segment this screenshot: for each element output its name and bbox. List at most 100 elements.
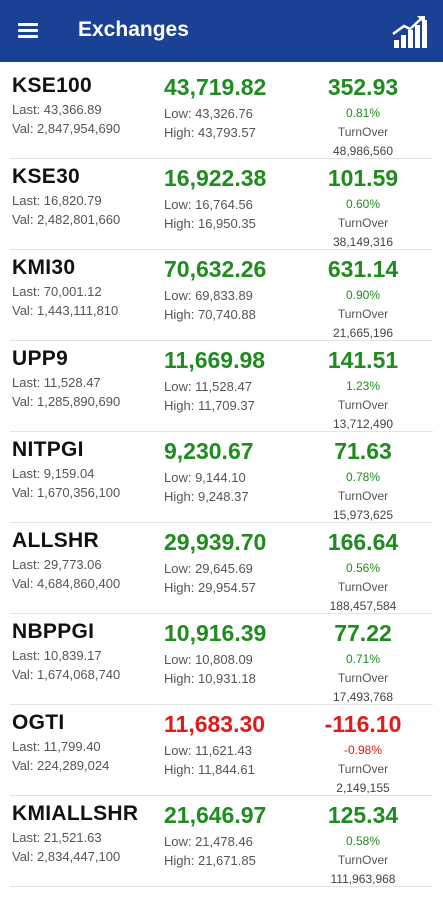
exchange-symbol: NITPGI xyxy=(12,438,84,461)
turnover-value: 111,963,968 xyxy=(330,872,396,886)
last-value: Last: 29,773.06 xyxy=(12,557,102,572)
change-percent: 0.56% xyxy=(345,561,381,575)
turnover-label: TurnOver xyxy=(337,762,389,776)
exchange-symbol: KSE30 xyxy=(12,165,81,188)
exchange-symbol: KMI30 xyxy=(12,256,76,279)
app-bar: Exchanges xyxy=(0,0,443,62)
change-value: 141.51 xyxy=(327,347,399,373)
change-percent: 0.60% xyxy=(345,197,381,211)
change-percent: -0.98% xyxy=(343,743,383,757)
turnover-label: TurnOver xyxy=(337,489,389,503)
traded-value: Val: 2,847,954,690 xyxy=(12,121,121,136)
traded-value: Val: 1,670,356,100 xyxy=(12,485,121,500)
list-item[interactable]: OGTI Last: 11,799.40 Val: 224,289,024 11,68… xyxy=(10,705,433,796)
low-value: Low: 29,645.69 xyxy=(164,561,253,576)
last-value: Last: 21,521.63 xyxy=(12,830,102,845)
turnover-label: TurnOver xyxy=(337,216,389,230)
exchange-symbol: KSE100 xyxy=(12,74,93,97)
change-percent: 0.90% xyxy=(345,288,381,302)
low-value: Low: 11,621.43 xyxy=(164,743,252,758)
change-value: 77.22 xyxy=(334,620,392,646)
last-value: Last: 70,001.12 xyxy=(12,284,102,299)
current-index: 16,922.38 xyxy=(164,165,267,191)
list-item[interactable]: NITPGI Last: 9,159.04 Val: 1,670,356,100 9,… xyxy=(10,432,433,523)
list-item[interactable]: NBPPGI Last: 10,839.17 Val: 1,674,068,740 1… xyxy=(10,614,433,705)
change-percent: 0.71% xyxy=(345,652,381,666)
turnover-value: 38,149,316 xyxy=(332,235,394,249)
change-value: 125.34 xyxy=(327,802,399,828)
change-value: 166.64 xyxy=(327,529,399,555)
traded-value: Val: 224,289,024 xyxy=(12,758,110,773)
last-value: Last: 11,528.47 xyxy=(12,375,101,390)
current-index: 11,683.30 xyxy=(164,711,266,737)
traded-value: Val: 1,674,068,740 xyxy=(12,667,121,682)
last-value: Last: 16,820.79 xyxy=(12,193,102,208)
turnover-label: TurnOver xyxy=(337,125,389,139)
exchange-symbol: UPP9 xyxy=(12,347,69,370)
list-item[interactable]: KSE30 Last: 16,820.79 Val: 2,482,801,660 16… xyxy=(10,159,433,250)
turnover-label: TurnOver xyxy=(337,853,389,867)
traded-value: Val: 4,684,860,400 xyxy=(12,576,121,591)
change-value: -116.10 xyxy=(324,711,402,737)
turnover-label: TurnOver xyxy=(337,307,389,321)
hamburger-menu-icon[interactable] xyxy=(14,17,42,45)
high-value: High: 21,671.85 xyxy=(164,853,256,868)
list-item[interactable]: UPP9 Last: 11,528.47 Val: 1,285,890,690 11,… xyxy=(10,341,433,432)
change-percent: 1.23% xyxy=(345,379,381,393)
turnover-value: 17,493,768 xyxy=(332,690,394,704)
low-value: Low: 10,808.09 xyxy=(164,652,253,667)
current-index: 11,669.98 xyxy=(164,347,266,373)
high-value: High: 11,844.61 xyxy=(164,762,255,777)
current-index: 29,939.70 xyxy=(164,529,267,555)
last-value: Last: 9,159.04 xyxy=(12,466,95,481)
low-value: Low: 43,326.76 xyxy=(164,106,253,121)
traded-value: Val: 1,443,111,810 xyxy=(12,303,119,318)
turnover-value: 48,986,560 xyxy=(332,144,394,158)
high-value: High: 70,740.88 xyxy=(164,307,256,322)
low-value: Low: 69,833.89 xyxy=(164,288,253,303)
list-item[interactable]: KMIALLSHR Last: 21,521.63 Val: 2,834,447,1… xyxy=(10,796,433,887)
high-value: High: 10,931.18 xyxy=(164,671,256,686)
low-value: Low: 9,144.10 xyxy=(164,470,246,485)
turnover-value: 2,149,155 xyxy=(336,781,390,795)
list-item[interactable]: ALLSHR Last: 29,773.06 Val: 4,684,860,400 2… xyxy=(10,523,433,614)
change-value: 101.59 xyxy=(327,165,399,191)
turnover-value: 13,712,490 xyxy=(332,417,394,431)
high-value: High: 29,954.57 xyxy=(164,580,256,595)
turnover-label: TurnOver xyxy=(337,580,389,594)
change-value: 352.93 xyxy=(327,74,399,100)
low-value: Low: 11,528.47 xyxy=(164,379,252,394)
traded-value: Val: 2,482,801,660 xyxy=(12,212,121,227)
change-value: 71.63 xyxy=(334,438,392,464)
traded-value: Val: 2,834,447,100 xyxy=(12,849,121,864)
last-value: Last: 10,839.17 xyxy=(12,648,102,663)
exchange-symbol: ALLSHR xyxy=(12,529,99,552)
exchange-symbol: OGTI xyxy=(12,711,65,734)
exchange-list: KSE100 Last: 43,366.89 Val: 2,847,954,690 4… xyxy=(0,68,443,887)
list-item[interactable]: KMI30 Last: 70,001.12 Val: 1,443,111,810 70… xyxy=(10,250,433,341)
high-value: High: 16,950.35 xyxy=(164,216,256,231)
growth-chart-icon[interactable] xyxy=(390,12,430,52)
turnover-value: 15,973,625 xyxy=(332,508,394,522)
exchange-symbol: NBPPGI xyxy=(12,620,95,643)
last-value: Last: 11,799.40 xyxy=(12,739,101,754)
low-value: Low: 21,478.46 xyxy=(164,834,253,849)
high-value: High: 11,709.37 xyxy=(164,398,255,413)
turnover-value: 188,457,584 xyxy=(329,599,397,613)
current-index: 10,916.39 xyxy=(164,620,267,646)
high-value: High: 43,793.57 xyxy=(164,125,256,140)
current-index: 43,719.82 xyxy=(164,74,267,100)
list-item[interactable]: KSE100 Last: 43,366.89 Val: 2,847,954,690 4… xyxy=(10,68,433,159)
current-index: 70,632.26 xyxy=(164,256,267,282)
change-percent: 0.78% xyxy=(345,470,381,484)
turnover-label: TurnOver xyxy=(337,671,389,685)
high-value: High: 9,248.37 xyxy=(164,489,249,504)
current-index: 9,230.67 xyxy=(164,438,254,464)
traded-value: Val: 1,285,890,690 xyxy=(12,394,121,409)
turnover-value: 21,665,196 xyxy=(332,326,394,340)
exchange-symbol: KMIALLSHR xyxy=(12,802,139,825)
turnover-label: TurnOver xyxy=(337,398,389,412)
change-percent: 0.81% xyxy=(345,106,381,120)
change-value: 631.14 xyxy=(327,256,399,282)
low-value: Low: 16,764.56 xyxy=(164,197,253,212)
